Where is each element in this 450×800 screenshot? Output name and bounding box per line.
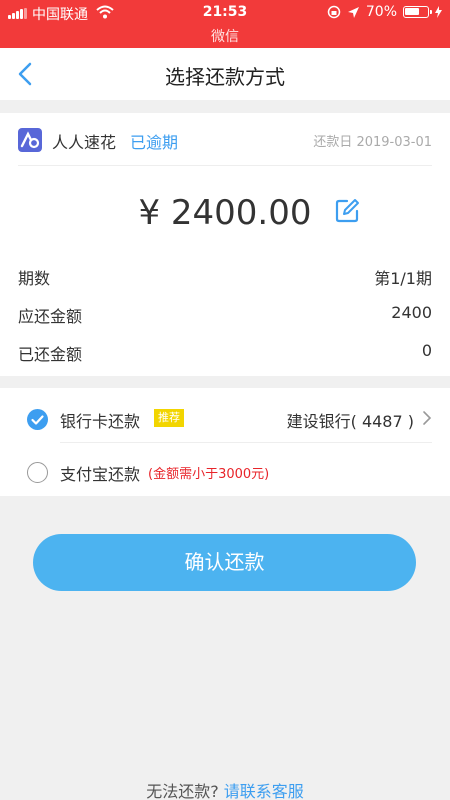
location-icon <box>347 6 359 18</box>
bank-card-option-label[interactable]: 银行卡还款 <box>60 408 140 432</box>
confirm-repay-button[interactable]: 确认还款 <box>33 534 416 591</box>
return-to-app[interactable]: 微信 <box>0 26 450 46</box>
detail-label: 应还金额 <box>18 307 83 326</box>
radio-alipay[interactable] <box>27 462 48 483</box>
alipay-option-label[interactable]: 支付宝还款 <box>60 461 140 485</box>
check-icon <box>31 415 44 425</box>
bill-card: 人人速花 已逾期 还款日 2019-03-01 ¥ 2400.00 期数 第1/… <box>0 113 450 376</box>
contact-service-link[interactable]: 请联系客服 <box>224 782 304 800</box>
alipay-limit-note: (金额需小于3000元) <box>148 467 270 482</box>
detail-label: 期数 <box>18 269 51 288</box>
nav-bar: 选择还款方式 <box>0 48 450 100</box>
detail-value: 0 <box>421 341 432 360</box>
recommend-badge: 推荐 <box>154 409 184 427</box>
platform-logo-icon <box>18 128 42 152</box>
detail-value: 2400 <box>391 303 432 322</box>
status-badge: 已逾期 <box>130 133 179 152</box>
radio-bank-card[interactable] <box>27 409 48 430</box>
due-date: 还款日 2019-03-01 <box>313 135 432 150</box>
repay-amount: ¥ 2400.00 <box>138 193 312 233</box>
battery-icon <box>403 6 432 18</box>
divider <box>18 165 432 166</box>
page-title: 选择还款方式 <box>165 65 285 89</box>
footer-help: 无法还款? 请联系客服 <box>0 778 450 800</box>
battery-percent: 70% <box>365 4 397 20</box>
bank-account[interactable]: 建设银行( 4487 ) <box>287 408 414 432</box>
rotation-lock-icon <box>327 5 341 19</box>
footer-prompt: 无法还款? <box>146 782 219 800</box>
detail-label: 已还金额 <box>18 345 83 364</box>
edit-icon[interactable] <box>334 198 360 224</box>
detail-value: 第1/1期 <box>374 269 432 288</box>
platform-name: 人人速花 <box>52 133 117 152</box>
payment-options: 银行卡还款 推荐 建设银行( 4487 ) 支付宝还款 (金额需小于3000元) <box>0 388 450 496</box>
status-bar: 中国联通 21:53 70% 微信 <box>0 0 450 48</box>
divider <box>60 442 432 443</box>
chevron-right-icon[interactable] <box>422 410 432 426</box>
charging-icon <box>435 6 442 18</box>
